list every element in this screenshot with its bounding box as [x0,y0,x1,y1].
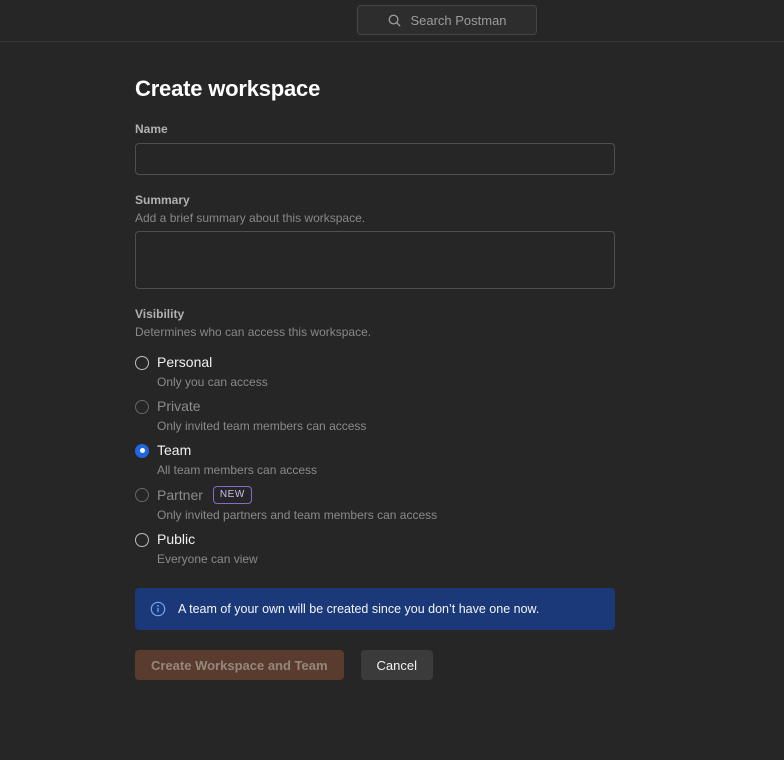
summary-label: Summary [135,193,784,208]
page-title: Create workspace [135,76,784,102]
action-buttons: Create Workspace and Team Cancel [135,650,784,680]
visibility-option-personal[interactable]: Personal Only you can access [135,354,784,389]
option-personal-description: Only you can access [157,375,784,389]
new-badge: NEW [213,486,252,504]
cancel-button[interactable]: Cancel [361,650,433,680]
radio-partner-icon[interactable] [135,488,149,502]
radio-personal-icon[interactable] [135,356,149,370]
info-icon [150,601,166,617]
summary-hint: Add a brief summary about this workspace… [135,211,784,225]
create-workspace-and-team-button[interactable]: Create Workspace and Team [135,650,344,680]
banner-text: A team of your own will be created since… [178,602,539,616]
visibility-options: Personal Only you can access Private Onl… [135,354,784,566]
summary-field[interactable] [135,231,615,289]
visibility-option-public[interactable]: Public Everyone can view [135,531,784,566]
visibility-label: Visibility [135,307,784,322]
visibility-option-private[interactable]: Private Only invited team members can ac… [135,398,784,433]
radio-private-icon[interactable] [135,400,149,414]
name-field[interactable] [135,143,615,175]
name-label: Name [135,122,784,137]
visibility-option-team[interactable]: Team All team members can access [135,442,784,477]
search-icon [387,13,402,28]
visibility-hint: Determines who can access this workspace… [135,325,784,339]
create-workspace-form: Create workspace Name Summary Add a brie… [0,42,784,680]
visibility-option-partner[interactable]: Partner NEW Only invited partners and te… [135,486,784,522]
search-input[interactable]: Search Postman [357,5,537,35]
option-team-description: All team members can access [157,463,784,477]
top-bar: Search Postman [0,0,784,42]
option-partner-label: Partner [157,487,203,504]
option-public-description: Everyone can view [157,552,784,566]
option-partner-description: Only invited partners and team members c… [157,508,784,522]
option-private-description: Only invited team members can access [157,419,784,433]
radio-public-icon[interactable] [135,533,149,547]
option-personal-label: Personal [157,354,212,371]
search-placeholder: Search Postman [410,13,506,28]
option-team-label: Team [157,442,191,459]
team-info-banner: A team of your own will be created since… [135,588,615,630]
option-public-label: Public [157,531,195,548]
option-private-label: Private [157,398,201,415]
radio-team-icon-selected[interactable] [135,444,149,458]
